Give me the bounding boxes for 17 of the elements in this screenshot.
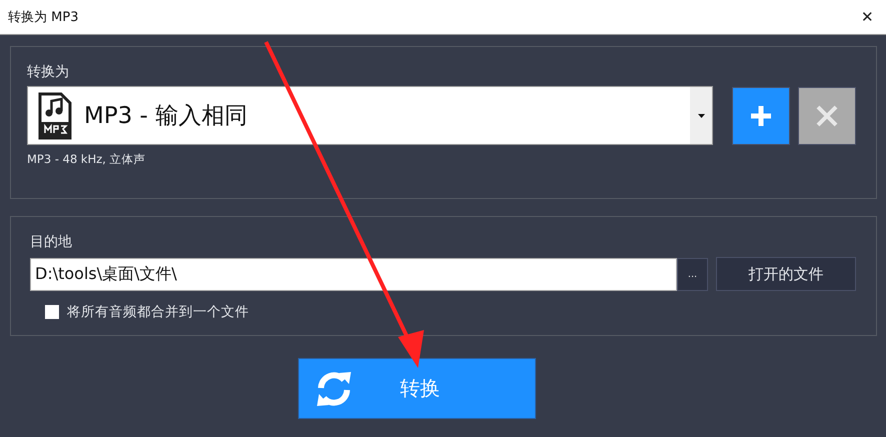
plus-icon xyxy=(750,104,772,126)
checkbox-label: 将所有音频都合并到一个文件 xyxy=(67,303,249,321)
add-button[interactable] xyxy=(732,86,790,144)
format-details: MP3 - 48 kHz, 立体声 xyxy=(27,152,146,167)
format-value: MP3 - 输入相同 xyxy=(84,102,248,131)
caret-icon xyxy=(698,114,704,118)
open-file-button[interactable]: 打开的文件 xyxy=(716,257,856,291)
browse-button[interactable]: ... xyxy=(677,258,708,290)
section-label: 目的地 xyxy=(30,233,72,251)
close-button[interactable]: ✕ xyxy=(857,8,878,26)
close-icon xyxy=(816,104,838,126)
section-label: 转换为 xyxy=(27,63,69,81)
merge-checkbox[interactable] xyxy=(45,305,59,319)
window-title: 转换为 MP3 xyxy=(8,9,78,26)
format-dropdown[interactable]: MP3 - 输入相同 xyxy=(27,86,713,145)
destination-field[interactable]: D:\tools\桌面\文件\ xyxy=(30,258,677,290)
mp3-file-icon xyxy=(38,92,72,140)
